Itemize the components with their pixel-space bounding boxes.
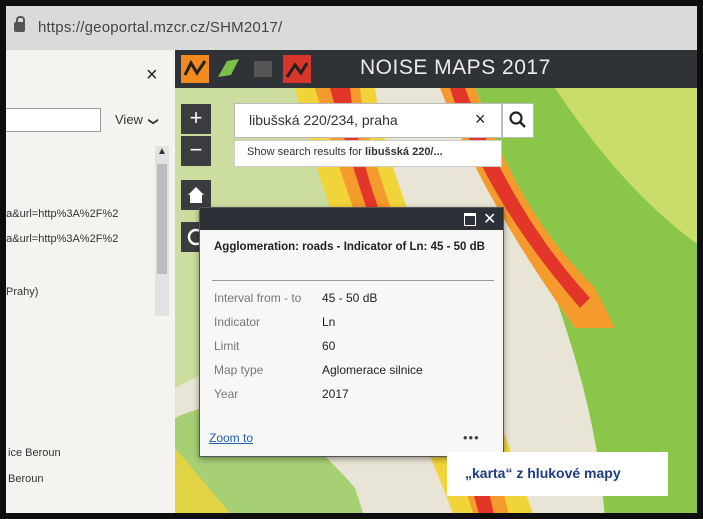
search-icon xyxy=(509,111,526,128)
attr-value: 60 xyxy=(322,339,336,353)
more-options-icon[interactable]: ••• xyxy=(463,430,480,445)
attr-label: Year xyxy=(214,387,239,401)
attr-label: Indicator xyxy=(214,315,261,329)
green-map-icon xyxy=(215,55,243,83)
photo-screen: https://geoportal.mzcr.cz/SHM2017/ × Vie… xyxy=(0,0,703,519)
url-text[interactable]: https://geoportal.mzcr.cz/SHM2017/ xyxy=(38,19,282,36)
home-icon xyxy=(188,187,204,203)
search-input[interactable]: libušská 220/234, praha xyxy=(249,112,398,128)
zoom-out-button[interactable]: − xyxy=(181,136,211,166)
panel-text-line: Beroun xyxy=(8,473,44,485)
suggestion-query: libušská 220/... xyxy=(365,146,443,158)
search-suggestion[interactable]: Show search results for libušská 220/... xyxy=(234,140,502,167)
attr-value: 2017 xyxy=(322,387,349,401)
popup-title: Agglomeration: roads - Indicator of Ln: … xyxy=(214,241,485,253)
caption-text: „karta“ z hlukové mapy xyxy=(465,465,621,481)
attr-label: Map type xyxy=(214,363,264,377)
clear-icon[interactable]: × xyxy=(475,109,486,130)
attr-value: 45 - 50 dB xyxy=(322,291,378,305)
scrollbar-thumb[interactable] xyxy=(157,164,167,274)
app-title: NOISE MAPS 2017 xyxy=(360,56,551,79)
panel-text-line: Prahy) xyxy=(6,286,39,298)
left-panel: × View ❯ ▲ pa&url=http%3A%2F%2 pa&url=ht… xyxy=(0,50,176,519)
chevron-down-icon: ❯ xyxy=(147,117,159,126)
search-button[interactable] xyxy=(502,103,534,138)
caption-box: „karta“ z hlukové mapy xyxy=(447,452,668,496)
panel-text-line: ice Beroun xyxy=(8,447,61,459)
popup-header: ✕ xyxy=(200,208,503,230)
suggestion-prefix: Show search results for xyxy=(247,146,365,158)
home-button[interactable] xyxy=(181,180,211,210)
zoom-to-link[interactable]: Zoom to xyxy=(209,431,253,445)
maximize-icon[interactable] xyxy=(464,213,476,226)
suggestion-text: Show search results for libušská 220/... xyxy=(247,146,443,158)
search-field[interactable]: libušská 220/234, praha × xyxy=(234,103,502,138)
layers-icon xyxy=(249,55,277,83)
red-map-icon xyxy=(283,55,311,83)
chevron-up-icon[interactable]: ▲ xyxy=(157,146,167,157)
lock-icon xyxy=(14,16,25,32)
attr-label: Interval from - to xyxy=(214,291,302,305)
attr-value: Ln xyxy=(322,315,336,329)
noise-logo-icon xyxy=(181,55,209,83)
panel-input-field[interactable] xyxy=(0,108,101,132)
panel-text-line: pa&url=http%3A%2F%2 xyxy=(0,208,119,220)
feature-popup: ✕ Agglomeration: roads - Indicator of Ln… xyxy=(199,207,504,457)
divider xyxy=(212,280,494,281)
view-dropdown[interactable]: View ❯ xyxy=(115,112,159,127)
panel-text-line: pa&url=http%3A%2F%2 xyxy=(0,233,119,245)
attr-label: Limit xyxy=(214,339,240,353)
browser-address-bar[interactable]: https://geoportal.mzcr.cz/SHM2017/ xyxy=(0,0,703,51)
close-icon[interactable]: ✕ xyxy=(483,209,496,229)
panel-scrollbar[interactable]: ▲ xyxy=(155,146,169,316)
attr-value: Aglomerace silnice xyxy=(322,363,423,377)
close-icon[interactable]: × xyxy=(146,64,158,87)
view-label: View xyxy=(115,112,143,127)
zoom-in-button[interactable]: + xyxy=(181,104,211,134)
